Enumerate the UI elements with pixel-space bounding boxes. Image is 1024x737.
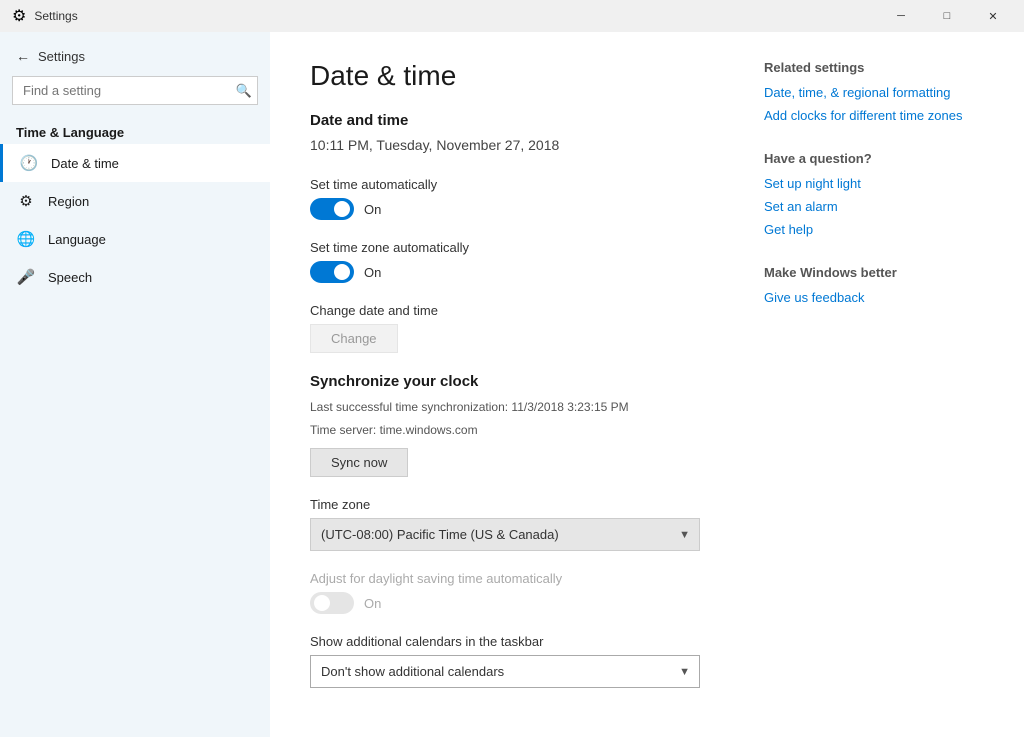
daylight-saving-label: Adjust for daylight saving time automati… (310, 571, 724, 586)
sidebar-item-language-label: Language (48, 232, 106, 247)
daylight-saving-value: On (364, 596, 381, 611)
link-set-alarm[interactable]: Set an alarm (764, 199, 984, 214)
additional-calendars-row: Show additional calendars in the taskbar… (310, 634, 724, 688)
sidebar-item-region[interactable]: ⚙ Region (0, 182, 270, 220)
page-title: Date & time (310, 60, 724, 92)
time-zone-label: Time zone (310, 497, 724, 512)
title-bar-left: ⚙ Settings (12, 6, 78, 26)
maximize-button[interactable]: □ (924, 0, 970, 32)
additional-calendars-dropdown-wrapper: Don't show additional calendars ▼ (310, 655, 700, 688)
related-link-date-regional[interactable]: Date, time, & regional formatting (764, 85, 984, 100)
language-icon: 🌐 (16, 230, 36, 248)
close-button[interactable]: ✕ (970, 0, 1016, 32)
have-a-question-title: Have a question? (764, 151, 984, 166)
search-container: 🔍 (12, 76, 258, 105)
time-zone-row: Time zone (UTC-08:00) Pacific Time (US &… (310, 497, 724, 551)
sidebar-item-language[interactable]: 🌐 Language (0, 220, 270, 258)
make-windows-better-section: Make Windows better Give us feedback (764, 265, 984, 305)
related-settings-title: Related settings (764, 60, 984, 75)
right-sidebar: Related settings Date, time, & regional … (764, 60, 984, 709)
sidebar-item-date-time[interactable]: 🕐 Date & time (0, 144, 270, 182)
time-zone-dropdown-wrapper: (UTC-08:00) Pacific Time (US & Canada) ▼ (310, 518, 700, 551)
content-area: Date & time Date and time 10:11 PM, Tues… (270, 32, 1024, 737)
daylight-saving-toggle-row: On (310, 592, 724, 614)
link-get-help[interactable]: Get help (764, 222, 984, 237)
title-bar-title: Settings (34, 9, 77, 23)
set-time-auto-label: Set time automatically (310, 177, 724, 192)
link-night-light[interactable]: Set up night light (764, 176, 984, 191)
set-timezone-auto-label: Set time zone automatically (310, 240, 724, 255)
clock-icon: 🕐 (19, 154, 39, 172)
sync-now-button[interactable]: Sync now (310, 448, 408, 477)
set-time-auto-value: On (364, 202, 381, 217)
title-bar: ⚙ Settings ─ □ ✕ (0, 0, 1024, 32)
link-give-feedback[interactable]: Give us feedback (764, 290, 984, 305)
region-icon: ⚙ (16, 192, 36, 210)
back-arrow-icon: ← (16, 48, 30, 64)
set-time-auto-toggle[interactable] (310, 198, 354, 220)
set-timezone-auto-toggle-row: On (310, 261, 724, 283)
search-button[interactable]: 🔍 (236, 83, 252, 99)
sync-info-1: Last successful time synchronization: 11… (310, 398, 724, 417)
change-button[interactable]: Change (310, 324, 398, 353)
back-button[interactable]: ← Settings (0, 40, 270, 72)
set-time-auto-toggle-row: On (310, 198, 724, 220)
set-timezone-auto-row: Set time zone automatically On (310, 240, 724, 283)
set-time-auto-row: Set time automatically On (310, 177, 724, 220)
speech-icon: 🎤 (16, 268, 36, 286)
sidebar-item-speech-label: Speech (48, 270, 92, 285)
title-bar-controls: ─ □ ✕ (878, 0, 1016, 32)
make-windows-better-title: Make Windows better (764, 265, 984, 280)
date-and-time-heading: Date and time (310, 112, 724, 129)
additional-calendars-label: Show additional calendars in the taskbar (310, 634, 724, 649)
search-input[interactable] (12, 76, 258, 105)
sync-info-2: Time server: time.windows.com (310, 421, 724, 440)
set-timezone-auto-toggle[interactable] (310, 261, 354, 283)
date-time-section: Date and time 10:11 PM, Tuesday, Novembe… (310, 112, 724, 153)
main-content: Date & time Date and time 10:11 PM, Tues… (310, 60, 724, 709)
daylight-saving-row: Adjust for daylight saving time automati… (310, 571, 724, 614)
additional-calendars-dropdown[interactable]: Don't show additional calendars (310, 655, 700, 688)
settings-icon: ⚙ (12, 6, 26, 26)
change-date-time-row: Change date and time Change (310, 303, 724, 353)
sidebar-item-date-time-label: Date & time (51, 156, 119, 171)
current-date-time: 10:11 PM, Tuesday, November 27, 2018 (310, 137, 724, 153)
daylight-saving-toggle[interactable] (310, 592, 354, 614)
sidebar: ← Settings 🔍 Time & Language 🕐 Date & ti… (0, 32, 270, 737)
sync-clock-section: Synchronize your clock Last successful t… (310, 373, 724, 477)
minimize-button[interactable]: ─ (878, 0, 924, 32)
related-settings-section: Related settings Date, time, & regional … (764, 60, 984, 123)
have-a-question-section: Have a question? Set up night light Set … (764, 151, 984, 237)
change-date-time-label: Change date and time (310, 303, 724, 318)
sync-clock-heading: Synchronize your clock (310, 373, 724, 390)
time-zone-dropdown[interactable]: (UTC-08:00) Pacific Time (US & Canada) (310, 518, 700, 551)
app-body: ← Settings 🔍 Time & Language 🕐 Date & ti… (0, 32, 1024, 737)
related-link-add-clocks[interactable]: Add clocks for different time zones (764, 108, 984, 123)
sidebar-section-title: Time & Language (0, 113, 270, 144)
back-label: Settings (38, 49, 85, 64)
set-timezone-auto-value: On (364, 265, 381, 280)
sidebar-item-region-label: Region (48, 194, 89, 209)
sidebar-item-speech[interactable]: 🎤 Speech (0, 258, 270, 296)
